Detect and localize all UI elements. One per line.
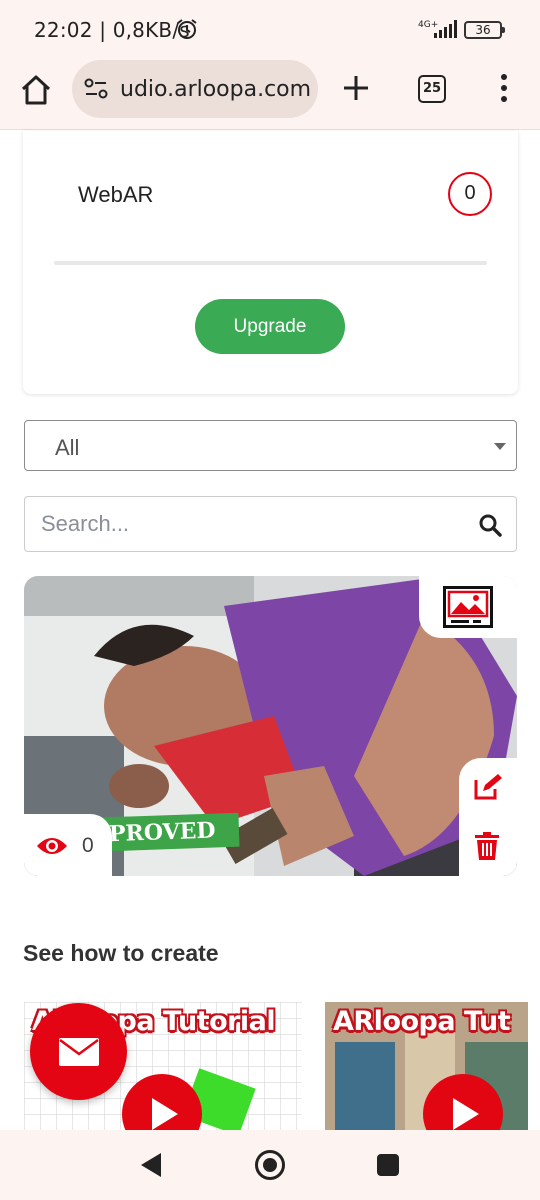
tutorial-title: ARloopa Tut [333, 1006, 511, 1037]
project-actions [459, 758, 517, 876]
approved-stamp-text: PROVED [109, 818, 216, 848]
image-icon [443, 586, 493, 628]
usage-progress-bar [54, 261, 487, 265]
home-icon[interactable] [18, 72, 54, 108]
more-vert-icon[interactable] [494, 72, 514, 104]
project-type-badge [419, 576, 517, 638]
project-filter-select[interactable]: All [24, 420, 517, 471]
mail-icon [59, 1038, 99, 1066]
address-bar[interactable]: udio.arloopa.com [72, 60, 318, 118]
search-input[interactable] [41, 507, 461, 541]
recents-icon[interactable] [377, 1154, 399, 1176]
views-counter: 0 [24, 814, 112, 876]
alarm-icon [177, 19, 197, 39]
status-time: 22:02 | 0,8KB/s [34, 18, 190, 42]
url-text: udio.arloopa.com [120, 77, 312, 102]
eye-icon [37, 838, 67, 854]
network-type: 4G+ [418, 20, 438, 30]
views-count: 0 [82, 834, 94, 857]
signal-icon: 4G+ [418, 20, 457, 38]
upgrade-button[interactable]: Upgrade [195, 299, 345, 354]
tutorial-video-card[interactable]: ARloopa Tut [325, 1002, 528, 1132]
search-box [24, 496, 517, 552]
battery-icon: 36 [464, 21, 505, 39]
tutorials-heading: See how to create [23, 940, 219, 966]
project-card[interactable]: PROVED 0 [24, 576, 517, 876]
filter-selected-value: All [55, 435, 80, 460]
browser-toolbar: udio.arloopa.com 25 [0, 58, 540, 130]
contact-mail-button[interactable] [30, 1003, 127, 1100]
plan-usage-card: WebAR 0 Upgrade [23, 131, 518, 394]
tab-switcher-button[interactable]: 25 [418, 75, 446, 103]
system-nav-bar [0, 1130, 540, 1200]
webar-label: WebAR [78, 182, 154, 207]
site-settings-icon[interactable] [84, 78, 108, 100]
webar-count-badge: 0 [448, 172, 492, 216]
search-icon[interactable] [478, 513, 502, 537]
plus-icon[interactable] [340, 72, 372, 104]
trash-icon[interactable] [475, 832, 499, 860]
caret-down-icon [494, 443, 506, 450]
edit-icon[interactable] [473, 772, 503, 800]
back-icon[interactable] [140, 1152, 162, 1178]
home-nav-icon[interactable] [255, 1150, 285, 1180]
status-bar: 22:02 | 0,8KB/s 4G+ 36 [0, 0, 540, 58]
